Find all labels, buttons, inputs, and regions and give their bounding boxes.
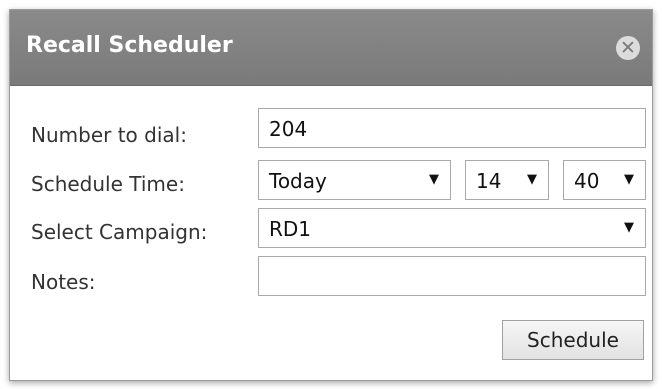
campaign-value: RD1 [269,217,312,241]
dialog-titlebar: Recall Scheduler ✕ [10,10,652,86]
schedule-minute-select[interactable]: 40 ▼ [563,160,646,200]
campaign-select[interactable]: RD1 ▼ [258,208,646,248]
schedule-hour-select[interactable]: 14 ▼ [465,160,549,200]
dialog-title: Recall Scheduler [26,33,233,58]
number-to-dial-label: Number to dial: [31,123,187,147]
chevron-down-icon: ▼ [624,172,634,187]
schedule-hour-value: 14 [476,169,502,193]
close-icon[interactable]: ✕ [616,36,640,60]
schedule-day-select[interactable]: Today ▼ [258,160,451,200]
number-to-dial-value: 204 [269,117,308,141]
schedule-time-label: Schedule Time: [31,172,185,196]
notes-label: Notes: [31,270,96,294]
chevron-down-icon: ▼ [624,220,634,235]
select-campaign-label: Select Campaign: [31,220,208,244]
schedule-day-value: Today [269,169,327,193]
schedule-minute-value: 40 [574,169,600,193]
number-to-dial-input[interactable]: 204 [258,108,646,148]
schedule-button[interactable]: Schedule [502,320,644,360]
chevron-down-icon: ▼ [429,172,439,187]
recall-scheduler-dialog: Recall Scheduler ✕ Number to dial: 204 S… [9,9,653,381]
notes-input[interactable] [258,256,646,296]
chevron-down-icon: ▼ [527,172,537,187]
